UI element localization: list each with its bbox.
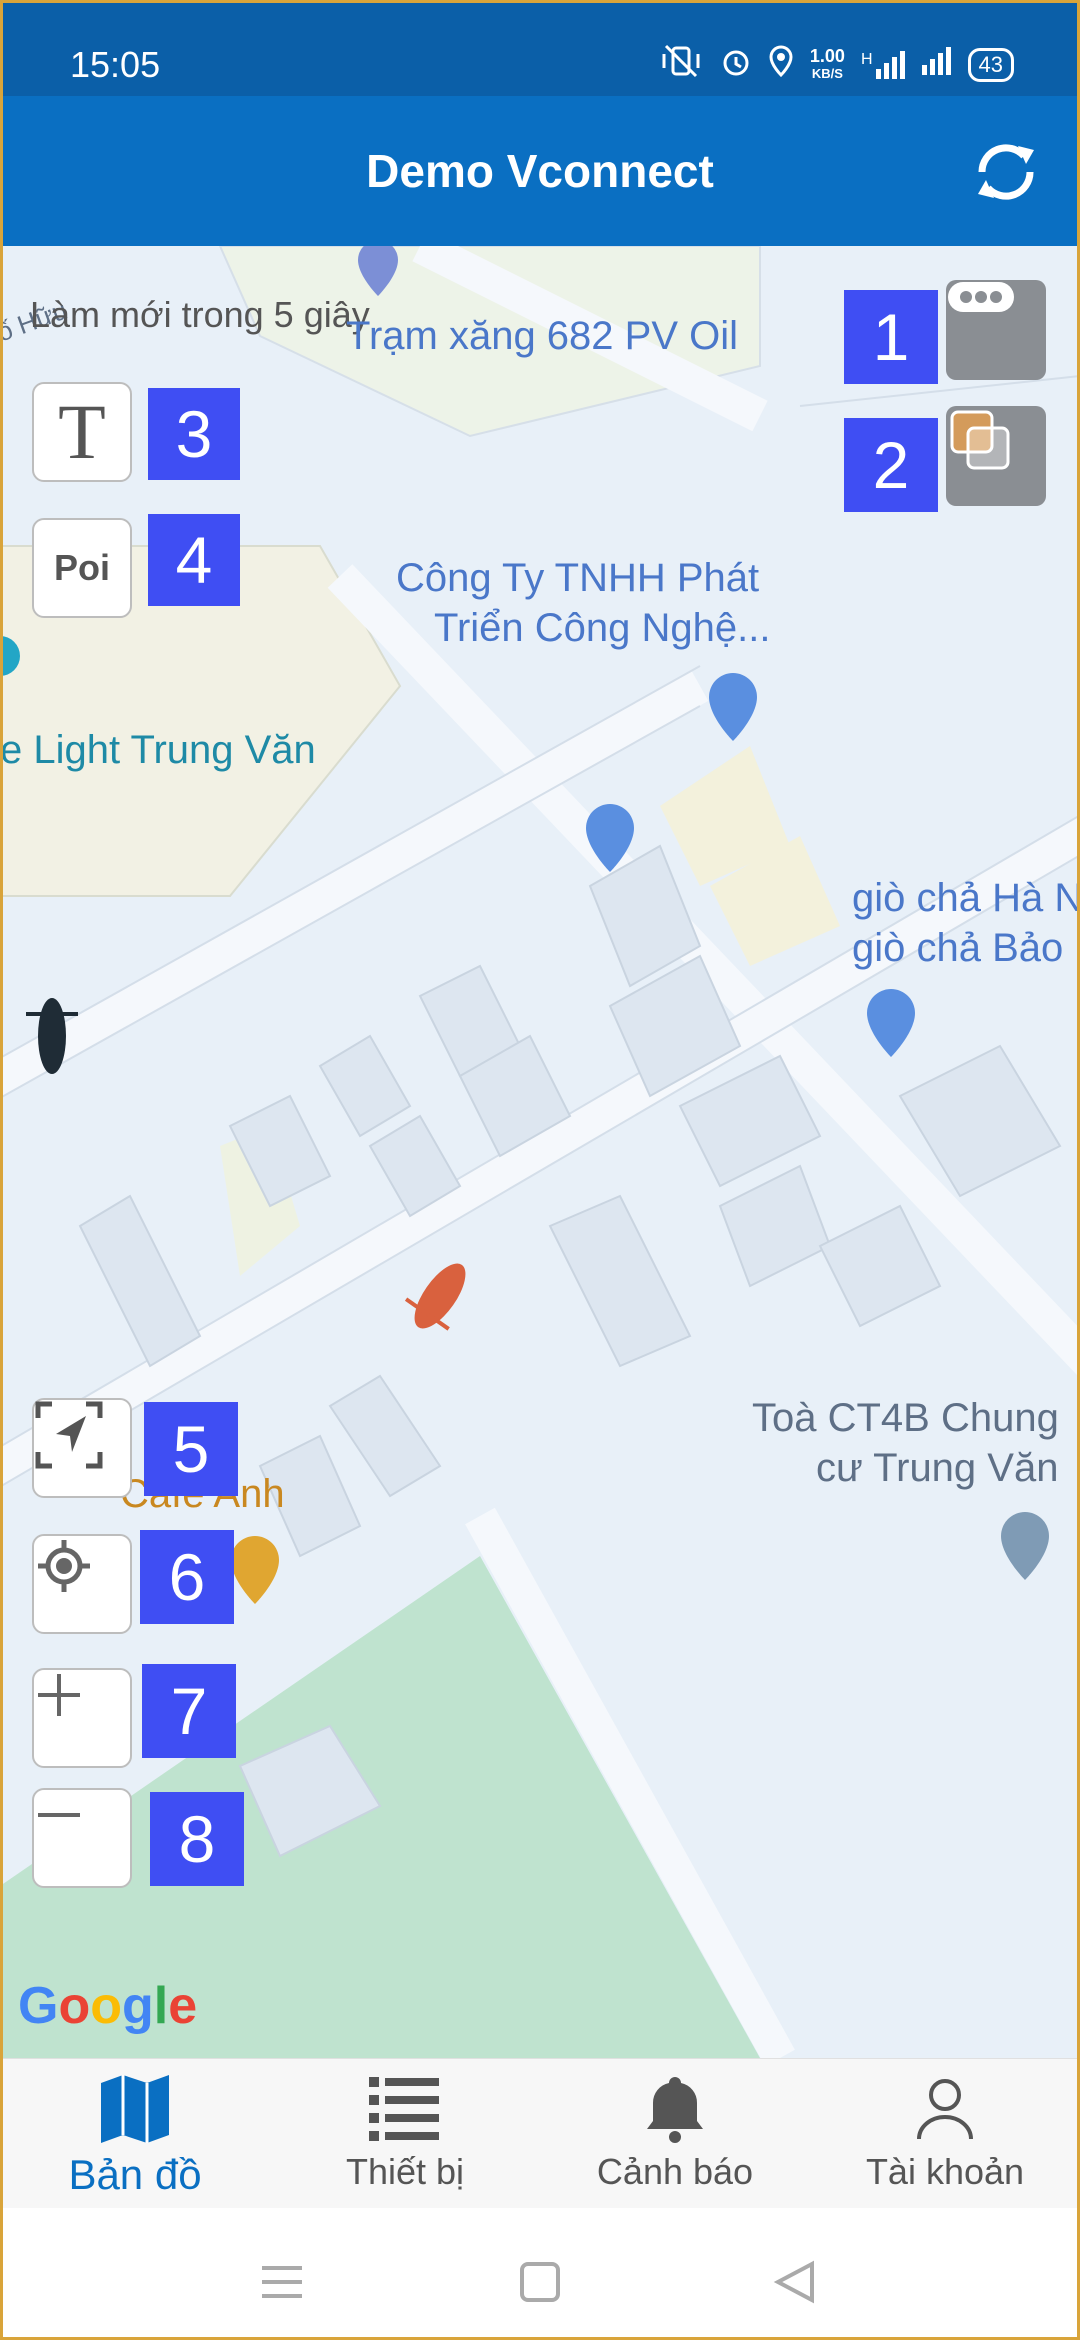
app-bar: Demo Vconnect: [0, 96, 1080, 246]
crosshair-icon: [38, 1540, 90, 1592]
nav-label-devices: Thiết bị: [345, 2151, 465, 2192]
badge-7: 7: [142, 1664, 236, 1758]
speed-unit: KB/S: [811, 65, 843, 81]
badge-5: 5: [144, 1402, 238, 1496]
poi-light-label: e Light Trung Văn: [0, 728, 316, 772]
nav-label-account: Tài khoản: [865, 2151, 1025, 2192]
location-icon: [768, 45, 794, 84]
badge-1: 1: [844, 290, 938, 384]
home-icon[interactable]: [520, 2262, 560, 2302]
text-icon: T: [58, 388, 106, 475]
google-logo: Google: [18, 1976, 197, 2036]
google-letter: l: [153, 1977, 169, 2035]
network-speed: 1.00 KB/S: [810, 47, 845, 83]
map-view[interactable]: ố Hữu Làm mới trong 5 giây Trạm xăng 682…: [0, 246, 1080, 2058]
recents-icon[interactable]: [262, 2266, 302, 2298]
badge-2: 2: [844, 418, 938, 512]
vibrate-off-icon: [658, 44, 704, 85]
more-icon: [948, 282, 1014, 312]
signal-icon-2: [921, 47, 952, 82]
badge-4: 4: [148, 514, 240, 606]
badge-8: 8: [150, 1792, 244, 1886]
poi-toa-label-1: Toà CT4B Chung: [752, 1396, 1059, 1440]
navigation-arrow-icon: [35, 1401, 103, 1469]
plus-icon: [38, 1674, 80, 1716]
google-letter: G: [18, 1977, 59, 2035]
system-navigation-bar: [0, 2208, 1080, 2340]
nav-item-alerts[interactable]: Cảnh báo: [540, 2059, 810, 2209]
poi-company-label-2: Triển Công Nghệ...: [434, 606, 771, 650]
refresh-icon: [978, 144, 1034, 200]
poi-toggle-button[interactable]: Poi: [32, 518, 132, 618]
user-icon: [917, 2079, 973, 2140]
alarm-icon: [720, 45, 752, 84]
status-icons: 1.00 KB/S H 43: [658, 44, 1014, 85]
signal-icon: H: [860, 50, 906, 79]
battery-icon: 43: [967, 47, 1014, 82]
google-letter: o: [58, 1977, 91, 2035]
badge-3: 3: [148, 388, 240, 480]
more-options-button[interactable]: [946, 280, 1046, 380]
app-title: Demo Vconnect: [366, 145, 714, 197]
badge-6: 6: [140, 1530, 234, 1624]
nav-label-alerts: Cảnh báo: [596, 2151, 754, 2192]
bottom-navigation: Bản đồ Thiết bị Cảnh báo Tài khoản: [0, 2058, 1080, 2209]
zoom-out-button[interactable]: [32, 1788, 132, 1888]
speed-value: 1.00: [809, 45, 845, 66]
my-location-button[interactable]: [32, 1534, 132, 1634]
status-bar: 15:05 1.00 KB/S H 43: [0, 0, 1080, 96]
refresh-button[interactable]: [968, 134, 1044, 210]
network-type: H: [860, 50, 873, 68]
nav-item-map[interactable]: Bản đồ: [0, 2059, 270, 2209]
map-layers-button[interactable]: [946, 406, 1046, 506]
layers-icon: [950, 410, 1010, 470]
list-icon: [369, 2077, 439, 2141]
poi-toa-label-2: cư Trung Văn: [816, 1446, 1059, 1490]
poi-gio-cha-label-2: giò chả Bảo: [852, 926, 1064, 970]
poi-gio-cha-label-1: giò chả Hà N: [852, 876, 1080, 920]
google-letter: g: [121, 1977, 154, 2035]
poi-gas-station-label: Trạm xăng 682 PV Oil: [346, 314, 739, 358]
status-time: 15:05: [70, 44, 161, 85]
bell-icon: [647, 2077, 703, 2143]
vehicle-orange: [404, 1263, 466, 1331]
refresh-notice: Làm mới trong 5 giây: [30, 294, 370, 335]
google-letter: e: [168, 1977, 198, 2035]
poi-company-label-1: Công Ty TNHH Phát: [396, 556, 760, 600]
map-icon: [101, 2075, 169, 2143]
text-toggle-button[interactable]: T: [32, 382, 132, 482]
minus-icon: [38, 1813, 80, 1817]
poi-label: Poi: [53, 547, 110, 588]
fit-bounds-button[interactable]: [32, 1398, 132, 1498]
nav-item-devices[interactable]: Thiết bị: [270, 2059, 540, 2209]
nav-label-map: Bản đồ: [68, 2151, 202, 2198]
back-icon[interactable]: [773, 2260, 814, 2304]
zoom-in-button[interactable]: [32, 1668, 132, 1768]
google-letter: o: [90, 1977, 122, 2035]
nav-item-account[interactable]: Tài khoản: [810, 2059, 1080, 2209]
